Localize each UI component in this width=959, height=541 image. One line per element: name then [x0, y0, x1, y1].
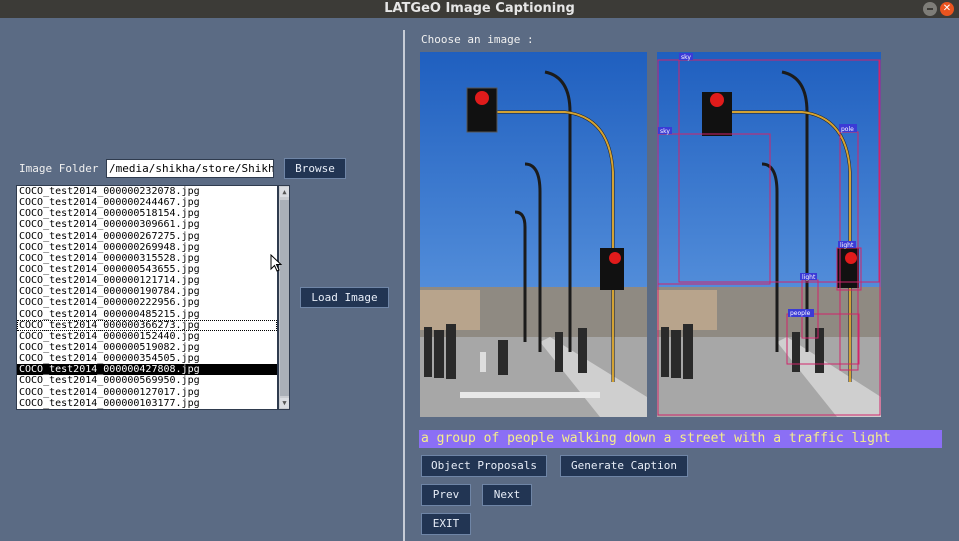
browse-button[interactable]: Browse	[284, 158, 346, 179]
object-proposals-image: sky sky pole light light people	[657, 52, 881, 417]
image-folder-input[interactable]: /media/shikha/store/Shikh	[106, 159, 274, 178]
file-list-item[interactable]: COCO_test2014_000000366273.jpg	[17, 319, 277, 331]
file-list-item[interactable]: COCO_test2014_000000543655.jpg	[17, 264, 277, 275]
file-list-item[interactable]: COCO_test2014_000000232078.jpg	[17, 186, 277, 197]
file-list-item[interactable]: COCO_test2014_000000485215.jpg	[17, 309, 277, 320]
file-list-item[interactable]: COCO_test2014_000000569950.jpg	[17, 375, 277, 386]
window-titlebar: LATGeO Image Captioning	[0, 0, 959, 18]
file-list-item[interactable]: COCO_test2014_000000267275.jpg	[17, 231, 277, 242]
file-list-item[interactable]: COCO_test2014_000000121714.jpg	[17, 275, 277, 286]
original-image	[420, 52, 647, 417]
file-list-item[interactable]: COCO_test2014_000000315528.jpg	[17, 253, 277, 264]
detection-label-light: light	[802, 274, 816, 281]
detection-label-pole: pole	[841, 126, 854, 133]
file-list-item[interactable]: COCO_test2014_000000269948.jpg	[17, 242, 277, 253]
file-list-scrollbar[interactable]: ▲ ▼	[278, 185, 290, 410]
generated-caption: a group of people walking down a street …	[419, 430, 942, 448]
file-list-item[interactable]: COCO_test2014_000000519082.jpg	[17, 342, 277, 353]
file-list-item[interactable]: COCO_test2014_000000103177.jpg	[17, 398, 277, 409]
file-list-item[interactable]: COCO_test2014_000000309661.jpg	[17, 219, 277, 230]
close-button[interactable]: ✕	[940, 2, 954, 16]
image-folder-label: Image Folder	[19, 162, 99, 175]
file-list-item[interactable]: COCO_test2014_000000190784.jpg	[17, 286, 277, 297]
detection-label-sky: sky	[660, 128, 670, 135]
next-button[interactable]: Next	[482, 484, 532, 506]
image-file-list[interactable]: COCO_test2014_000000232078.jpg COCO_test2…	[16, 185, 278, 410]
generate-caption-button[interactable]: Generate Caption	[560, 455, 688, 477]
file-list-item[interactable]: COCO_test2014_000000518154.jpg	[17, 208, 277, 219]
exit-button[interactable]: EXIT	[421, 513, 471, 535]
file-list-item[interactable]: COCO_test2014_000000222956.jpg	[17, 297, 277, 308]
scroll-up-arrow-icon[interactable]: ▲	[280, 187, 289, 197]
object-proposals-button[interactable]: Object Proposals	[421, 455, 547, 477]
window-title: LATGeO Image Captioning	[384, 1, 575, 16]
file-list-item[interactable]: COCO_test2014_000000244467.jpg	[17, 197, 277, 208]
detection-label-people: people	[790, 310, 811, 317]
load-image-button[interactable]: Load Image	[300, 287, 389, 308]
file-list-item[interactable]: COCO_test2014_000000152440.jpg	[17, 331, 277, 342]
file-list-item[interactable]: COCO_test2014_000000127017.jpg	[17, 387, 277, 398]
scroll-thumb[interactable]	[280, 200, 289, 396]
prev-button[interactable]: Prev	[421, 484, 471, 506]
detection-label-sky: sky	[681, 54, 691, 61]
mouse-pointer-icon	[270, 254, 283, 272]
panel-divider	[403, 30, 405, 541]
scroll-down-arrow-icon[interactable]: ▼	[280, 398, 289, 408]
file-list-item[interactable]: COCO_test2014_000000427808.jpg	[17, 364, 277, 376]
minimize-button[interactable]	[923, 2, 937, 16]
file-list-item[interactable]: COCO_test2014_000000354505.jpg	[17, 353, 277, 364]
detection-label-light: light	[840, 242, 854, 249]
choose-image-label: Choose an image :	[421, 33, 534, 46]
